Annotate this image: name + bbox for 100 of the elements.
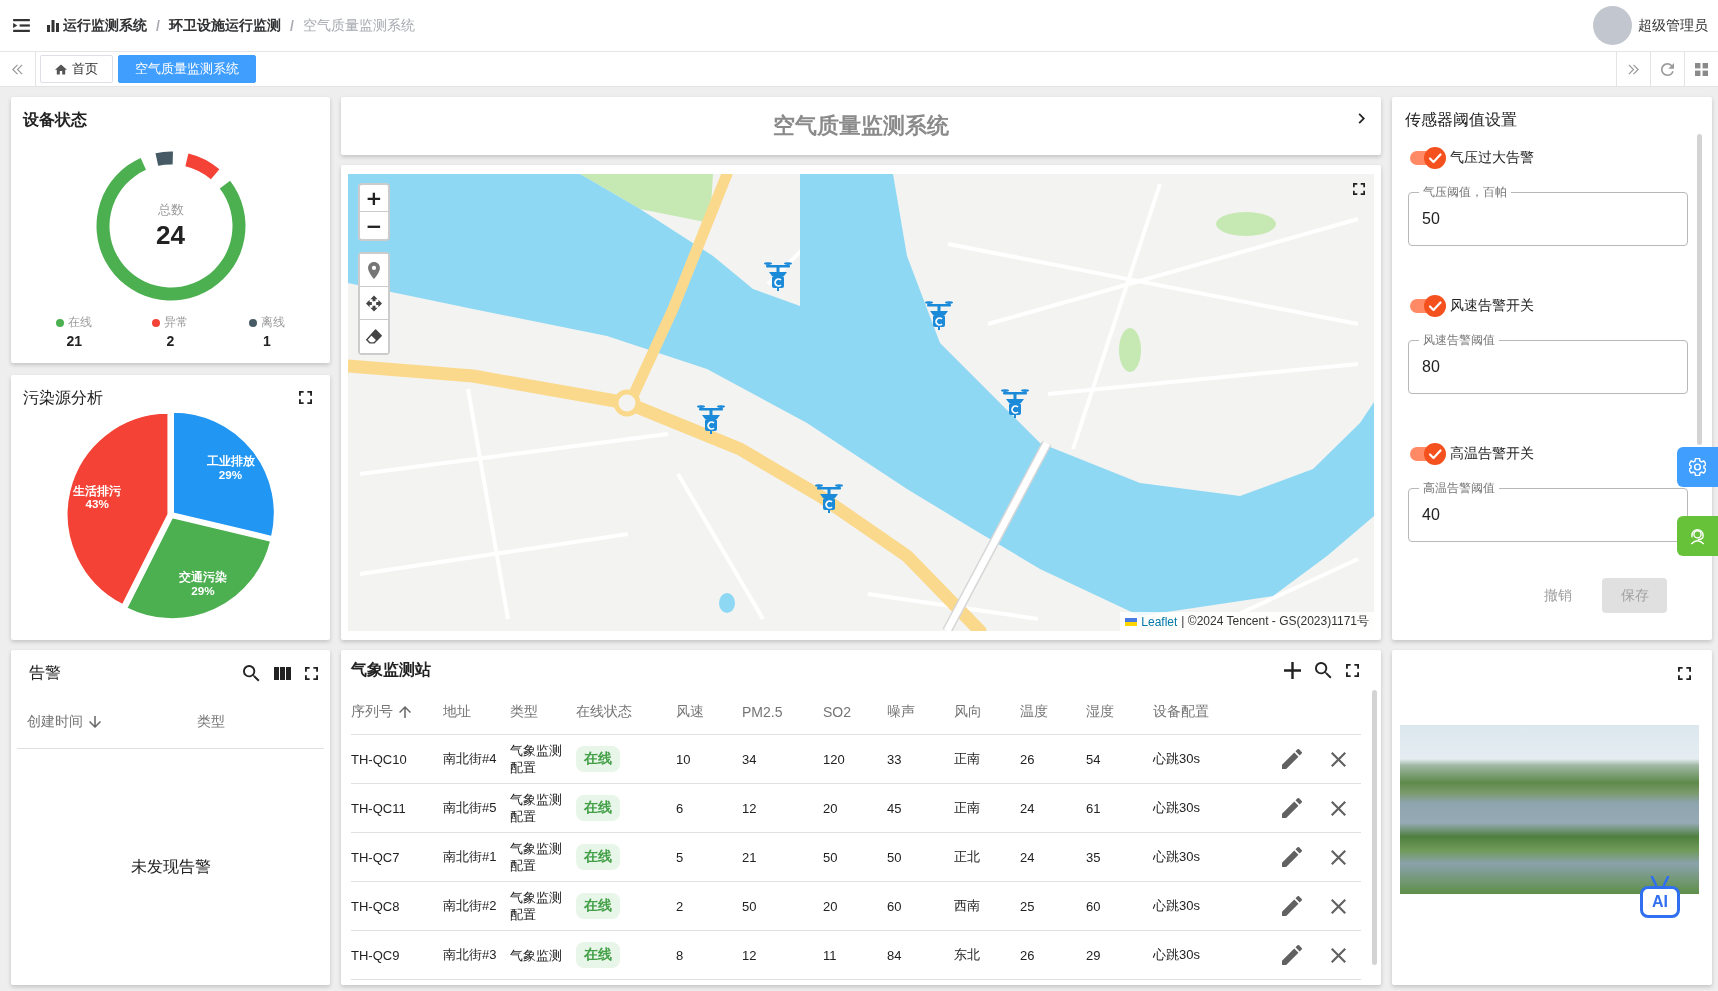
- column-header[interactable]: SO2: [823, 704, 851, 720]
- pie-label: 工业排放 29%: [206, 453, 255, 481]
- table-cell-text: 西南: [954, 897, 981, 915]
- table-cell-text: 心跳30s: [1153, 848, 1201, 866]
- pencil-icon[interactable]: [1282, 847, 1302, 867]
- column-header[interactable]: 地址: [443, 703, 471, 721]
- settings-icon: [1689, 458, 1706, 476]
- cross-icon[interactable]: [1330, 947, 1346, 963]
- refresh-icon: [1661, 62, 1674, 76]
- search-icon[interactable]: [243, 664, 260, 682]
- threshold-field[interactable]: 风速告警阈值 80: [1408, 333, 1688, 394]
- grid-icon: [1695, 62, 1708, 76]
- zoom-in-button[interactable]: +: [360, 185, 388, 212]
- page-title: 空气质量监测系统: [773, 112, 949, 140]
- table-cell-text: 气象监测配置: [510, 791, 563, 826]
- table-cell-text: 东北: [954, 946, 981, 964]
- column-header[interactable]: 风速: [676, 703, 704, 721]
- station-marker-icon[interactable]: [763, 261, 793, 291]
- cross-icon[interactable]: [1330, 751, 1346, 767]
- pencil-icon[interactable]: [1282, 749, 1302, 769]
- field-label: 气压阈值，百帕: [1422, 185, 1508, 199]
- pond: [719, 593, 735, 613]
- fullscreen-icon[interactable]: [1346, 663, 1359, 677]
- station-marker-icon[interactable]: [696, 404, 726, 434]
- table-cell-text: 10: [676, 750, 692, 769]
- table-cell-text: 61: [1086, 799, 1102, 818]
- table-cell-text: 50: [823, 848, 839, 867]
- breadcrumb-link[interactable]: 环卫设施运行监测: [168, 16, 281, 35]
- tab[interactable]: 空气质量监测系统: [118, 55, 256, 83]
- table-cell-text: 正南: [954, 799, 981, 817]
- settings-button[interactable]: [1677, 447, 1718, 487]
- table-cell-text: 11: [823, 946, 838, 965]
- fullscreen-icon[interactable]: [1353, 183, 1365, 195]
- card-title: 污染源分析: [23, 387, 103, 408]
- column-header[interactable]: 温度: [1020, 703, 1048, 721]
- table-cell-text: 24: [1020, 799, 1036, 818]
- table-cell-text: TH-QC10: [351, 750, 408, 769]
- field-label: 风速告警阈值: [1422, 333, 1496, 347]
- station-marker-icon[interactable]: [1000, 388, 1030, 418]
- park: [1216, 212, 1276, 236]
- toggle-switch[interactable]: [1410, 443, 1446, 465]
- station-marker-icon[interactable]: [814, 483, 844, 513]
- toggle-switch[interactable]: [1410, 295, 1446, 317]
- toggle-label: 高温告警开关: [1450, 445, 1534, 463]
- table-cell-text: 29: [1086, 946, 1102, 965]
- pencil-icon[interactable]: [1282, 896, 1302, 916]
- table-cell-text: 26: [1020, 750, 1036, 769]
- fullscreen-icon[interactable]: [1678, 666, 1691, 680]
- table-cell-text: 45: [887, 799, 903, 818]
- pencil-icon[interactable]: [1282, 798, 1302, 818]
- table-cell-text: 84: [887, 946, 903, 965]
- column-header[interactable]: 设备配置: [1153, 703, 1209, 721]
- search-icon[interactable]: [1315, 661, 1332, 679]
- column-header[interactable]: 湿度: [1086, 703, 1114, 721]
- cross-icon[interactable]: [1330, 800, 1346, 816]
- legend-label: 在线: [68, 314, 93, 331]
- table-cell-text: 气象监测: [510, 946, 563, 965]
- chevron-right-icon[interactable]: [1358, 113, 1365, 124]
- leaflet-link[interactable]: Leaflet: [1141, 614, 1178, 629]
- columns-icon[interactable]: [274, 664, 291, 682]
- plus-icon[interactable]: [1284, 661, 1301, 679]
- menu-icon[interactable]: [13, 19, 30, 32]
- cross-icon[interactable]: [1330, 898, 1346, 914]
- fullscreen-icon[interactable]: [305, 666, 318, 680]
- pencil-icon[interactable]: [1282, 945, 1302, 965]
- table-cell-text: TH-QC7: [351, 848, 401, 867]
- check-icon: [1424, 295, 1446, 317]
- double-chevron-right-icon: [1627, 62, 1640, 76]
- toggle-switch[interactable]: [1410, 147, 1446, 169]
- column-header[interactable]: 在线状态: [576, 703, 632, 721]
- table-cell-text: 心跳30s: [1153, 897, 1201, 915]
- station-marker-icon[interactable]: [924, 300, 954, 330]
- breadcrumb-link[interactable]: 运行监测系统: [63, 16, 147, 35]
- threshold-field[interactable]: 气压阈值，百帕 50: [1408, 185, 1688, 246]
- table-cell-text: 心跳30s: [1153, 946, 1201, 964]
- marker-tool-button[interactable]: [360, 254, 388, 287]
- column-header[interactable]: 类型: [510, 703, 538, 721]
- table-cell-text: 35: [1086, 848, 1102, 867]
- column-header[interactable]: 类型: [197, 713, 225, 731]
- column-header[interactable]: 风向: [954, 703, 982, 721]
- table-cell-text: 8: [676, 946, 685, 965]
- cross-icon[interactable]: [1330, 849, 1346, 865]
- legend-count: 2: [166, 333, 175, 349]
- user-name[interactable]: 超级管理员: [1638, 16, 1708, 35]
- table-cell-text: 南北街#3: [443, 946, 498, 964]
- scrollbar-thumb[interactable]: [1697, 134, 1702, 445]
- breadcrumb-separator: /: [289, 17, 294, 34]
- fullscreen-icon[interactable]: [299, 391, 312, 404]
- tab[interactable]: 首页: [40, 55, 113, 83]
- arrow-down-icon[interactable]: [89, 716, 101, 728]
- table-cell-text: 心跳30s: [1153, 750, 1201, 768]
- column-header[interactable]: PM2.5: [742, 704, 783, 720]
- column-header[interactable]: 序列号: [351, 703, 393, 721]
- status-dot-icon: [248, 318, 257, 327]
- column-header[interactable]: 噪声: [887, 703, 915, 721]
- scrollbar-thumb[interactable]: [1372, 690, 1377, 965]
- column-header[interactable]: 创建时间: [27, 713, 83, 731]
- arrow-up-icon[interactable]: [399, 706, 411, 718]
- legend-count: 21: [66, 333, 82, 349]
- legend-label: 异常: [164, 314, 189, 331]
